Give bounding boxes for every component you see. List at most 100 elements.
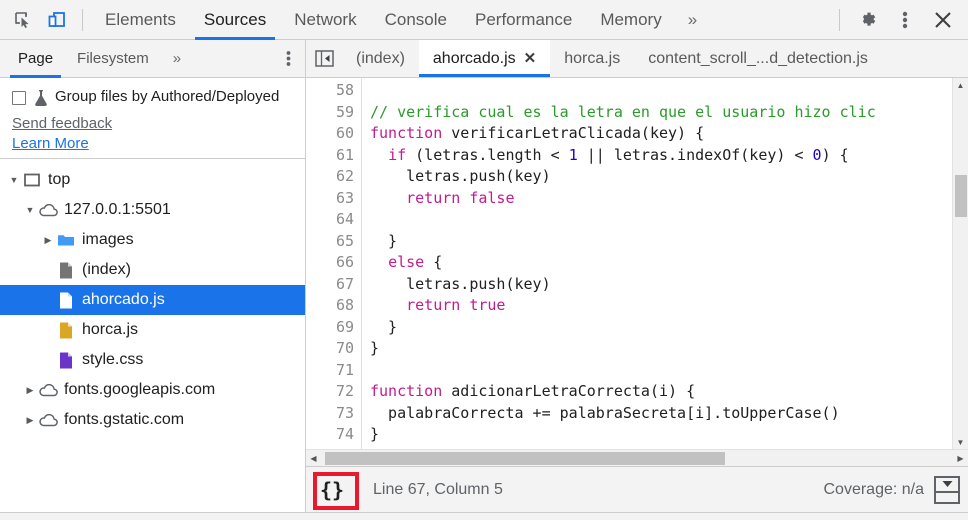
toolbar-divider [82,8,83,31]
group-files-checkbox[interactable] [12,91,26,105]
code-token-com: // verifica cual es la letra en que el u… [370,102,876,121]
code-token-pl: } [370,339,380,357]
chevron-right-icon[interactable]: ▶ [40,235,56,246]
scroll-up-arrow-icon[interactable]: ▲ [957,78,965,92]
tab-elements[interactable]: Elements [91,0,190,40]
code-vertical-scrollbar[interactable]: ▲ ▼ [952,78,968,449]
file-tab-ahorcado-js[interactable]: ahorcado.js ✕ [418,40,551,77]
chevron-right-icon[interactable]: ▶ [22,415,38,426]
document-purple-icon [56,352,76,369]
cursor-position-label: Line 67, Column 5 [373,480,503,498]
code-token-kw: function [370,382,443,400]
show-drawer-icon[interactable] [934,475,960,504]
panel-tab-list: Elements Sources Network Console Perform… [91,0,709,40]
tab-network[interactable]: Network [280,0,370,40]
code-token-pl: verificarLetraClicada(key) { [442,124,705,142]
code-token-kw: return [406,188,461,207]
gear-icon[interactable] [848,3,886,37]
toolbar-right-group [831,3,962,37]
line-number: 66 [335,253,354,271]
scroll-right-arrow-icon[interactable]: ▶ [953,454,968,463]
sidebar-tab-filesystem[interactable]: Filesystem [65,40,161,78]
line-number: 69 [335,317,354,336]
line-number: 74 [335,425,354,443]
tree-item-fonts-gstatic[interactable]: ▶ fonts.gstatic.com [0,405,305,435]
code-line: return false [370,188,952,210]
line-number: 72 [335,382,354,400]
code-line: function verificarLetraClicada(key) { [370,123,952,145]
code-line: } [370,338,952,360]
tab-performance[interactable]: Performance [461,0,586,40]
tree-item-horca-js-label: horca.js [82,321,139,338]
file-tab-horca-js-label: horca.js [564,49,621,67]
tree-item-ahorcado-js[interactable]: ahorcado.js [0,285,305,315]
scroll-left-arrow-icon[interactable]: ◀ [306,454,321,463]
more-panels-chevron-icon[interactable]: » [676,0,709,40]
code-line: return true [370,295,952,317]
code-token-pl: { [424,253,443,271]
tree-item-top[interactable]: ▼ top [0,165,305,195]
line-number: 65 [335,231,354,250]
navigator-tab-bar: Page Filesystem » [0,40,305,78]
file-tab-content-scroll[interactable]: content_scroll_...d_detection.js [634,40,882,77]
close-icon[interactable] [924,3,962,37]
code-token-pl: ) { [821,145,849,164]
tab-memory[interactable]: Memory [586,0,675,40]
file-tab-index[interactable]: (index) [342,40,419,77]
navigator-sidebar: Page Filesystem » Group files by Authore… [0,40,306,512]
code-editor[interactable]: 58 59 60 61 62 63 64 65 66 67 68 69 70 71 72 73 74 // ve… [306,78,952,449]
code-horizontal-scrollbar[interactable]: ◀ ▶ [306,449,968,466]
show-navigator-icon[interactable] [306,40,342,77]
tree-item-fonts-googleapis-label: fonts.googleapis.com [64,381,216,398]
tab-memory-label: Memory [600,9,662,29]
vertical-scrollbar-thumb[interactable] [955,175,967,217]
devtools-window: Elements Sources Network Console Perform… [0,0,968,520]
sidebar-kebab-menu-icon[interactable] [271,40,305,78]
tab-sources[interactable]: Sources [190,0,280,40]
drawer-icon-top [936,478,958,493]
tree-item-origin[interactable]: ▼ 127.0.0.1:5501 [0,195,305,225]
kebab-menu-icon[interactable] [886,3,924,37]
code-line: } [370,424,952,446]
code-line: } [370,317,952,339]
learn-more-link[interactable]: Learn More [12,135,297,152]
sidebar-more-chevron-icon[interactable]: » [161,40,193,78]
code-token-kw: true [469,296,506,314]
tree-item-images[interactable]: ▶ images [0,225,305,255]
horizontal-scrollbar-thumb[interactable] [325,451,725,465]
file-tab-horca-js[interactable]: horca.js [550,40,634,77]
editor-status-bar: {} Line 67, Column 5 Coverage: n/a [306,466,968,512]
close-icon[interactable]: ✕ [524,51,537,66]
document-gray-icon [56,262,76,279]
code-content[interactable]: // verifica cual es la letra en que el u… [362,78,952,449]
inspect-cursor-icon[interactable] [6,5,40,35]
line-number-gutter: 58 59 60 61 62 63 64 65 66 67 68 69 70 71 72 73 74 [306,78,362,449]
document-white-icon [56,292,76,309]
toolbar-divider-right [839,8,840,31]
chevron-right-icon[interactable]: ▶ [22,385,38,396]
tree-item-fonts-googleapis[interactable]: ▶ fonts.googleapis.com [0,375,305,405]
code-token-num: 1 [568,145,578,164]
tree-item-horca-js[interactable]: horca.js [0,315,305,345]
tree-item-style-css[interactable]: style.css [0,345,305,375]
sidebar-tab-page[interactable]: Page [6,40,65,78]
scroll-down-arrow-icon[interactable]: ▼ [953,435,968,449]
tree-item-index[interactable]: (index) [0,255,305,285]
code-token-kw: return [406,296,461,314]
code-line: letras.push(key) [370,166,952,188]
horizontal-scrollbar-track[interactable] [321,450,953,467]
pretty-print-button[interactable]: {} [317,476,347,504]
chevron-down-icon[interactable]: ▼ [6,175,22,185]
file-tab-ahorcado-js-label: ahorcado.js [432,49,516,67]
device-toggle-icon[interactable] [40,5,74,35]
send-feedback-link[interactable]: Send feedback [12,115,297,132]
code-line: letras.push(key) [370,274,952,296]
chevron-down-icon[interactable]: ▼ [22,205,38,215]
tab-console[interactable]: Console [371,0,461,40]
code-token-pl: palabraCorrecta += palabraSecreta[i].toU… [370,403,840,422]
